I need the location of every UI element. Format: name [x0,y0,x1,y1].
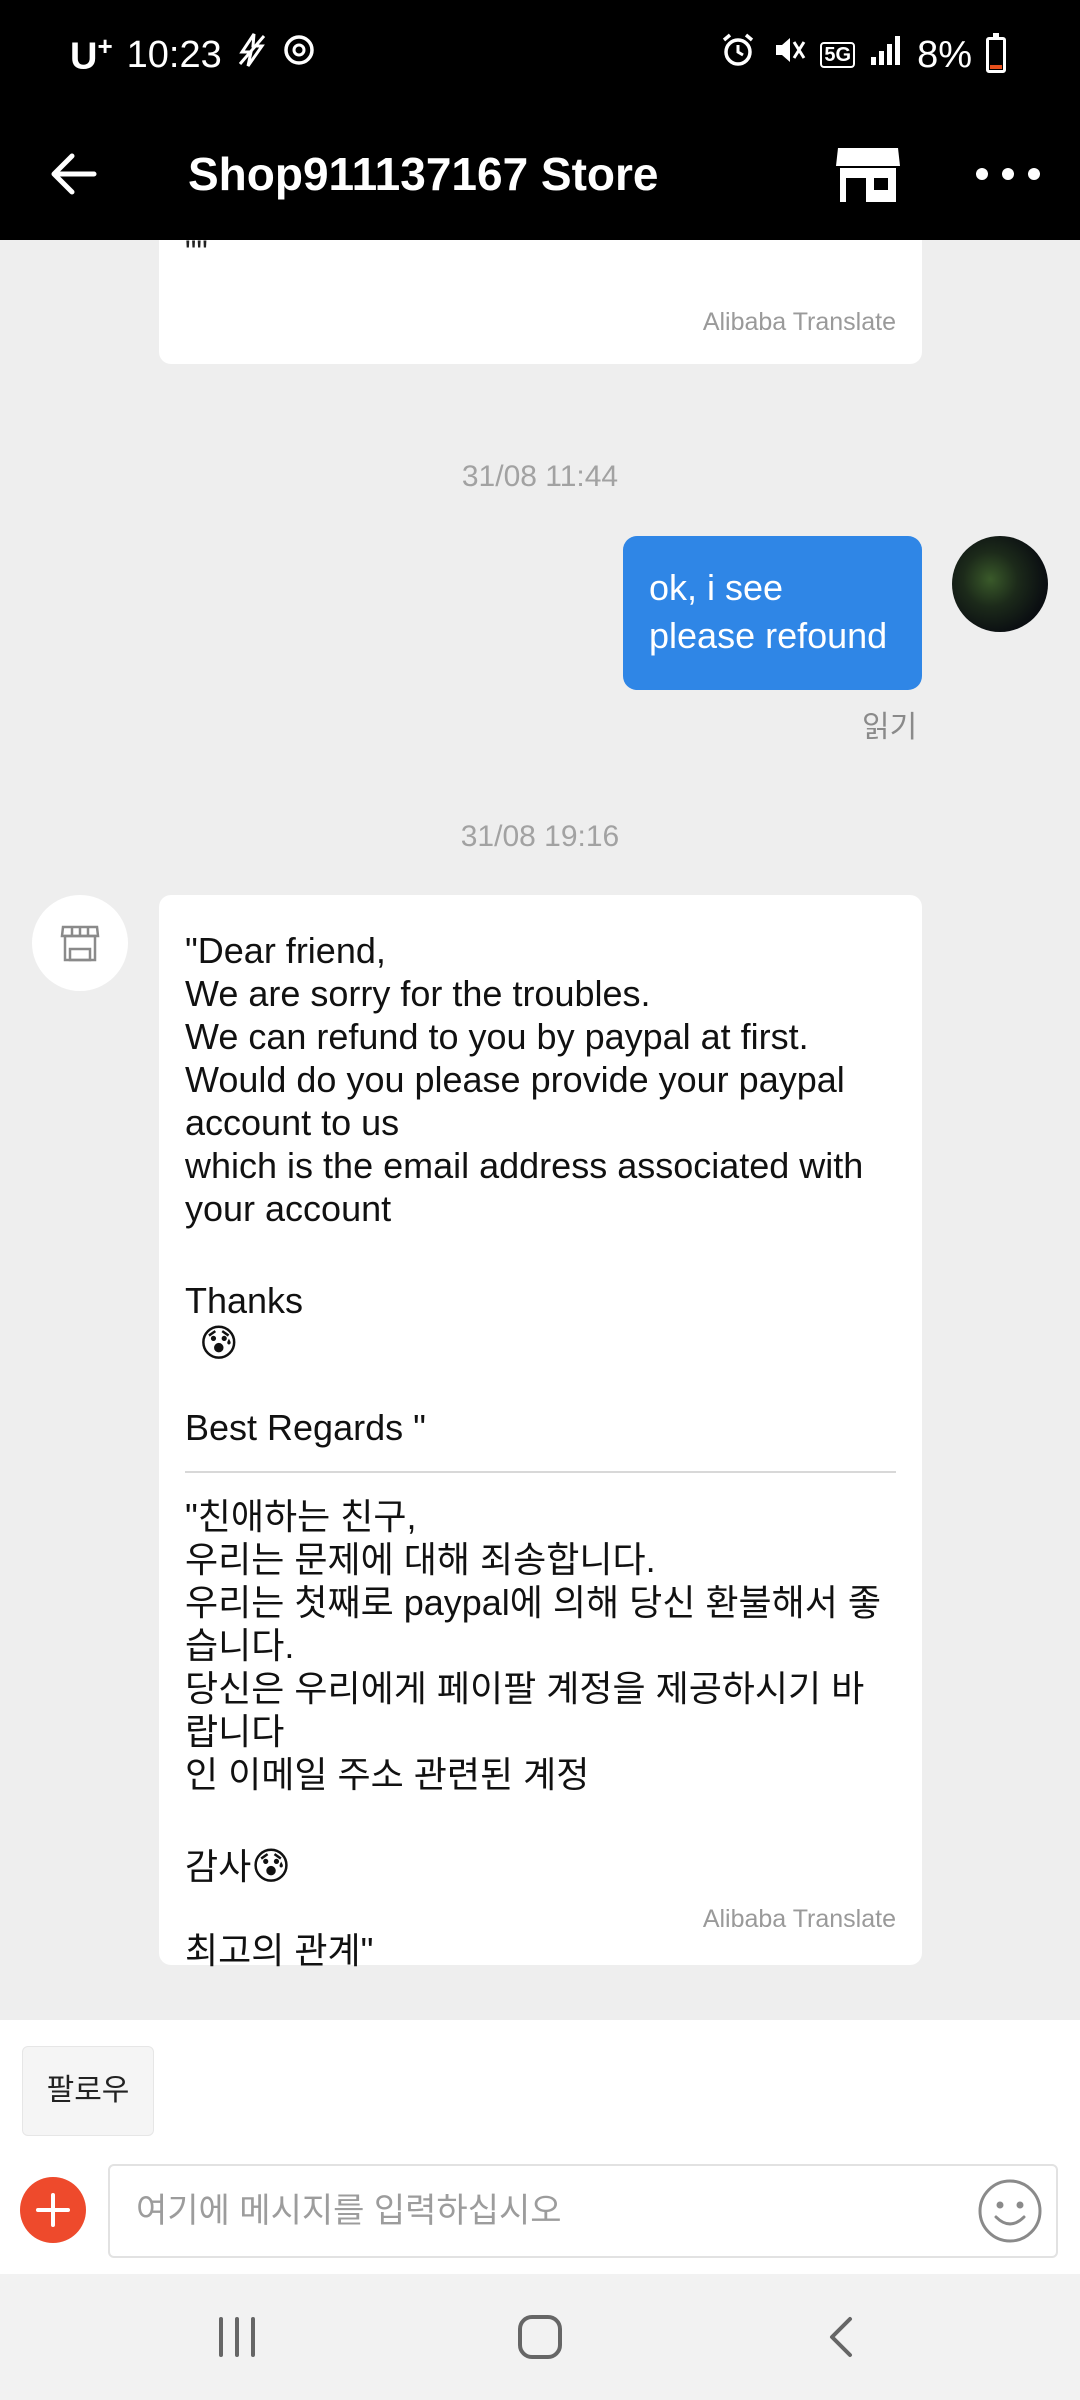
carrier-label: U+ [70,31,113,78]
app-header: Shop911137167 Store [0,108,1080,240]
worried-emoji-icon: 😰 [199,1323,239,1365]
nav-back-icon[interactable] [812,2307,872,2367]
translation-divider [185,1471,896,1473]
page-title: Shop911137167 Store [188,148,659,200]
recents-icon[interactable] [207,2307,267,2367]
translate-label: Alibaba Translate [702,308,896,336]
translate-label: Alibaba Translate [702,1905,896,1933]
alarm-icon [720,32,756,78]
status-bar: U+ 10:23 5G 8% [0,0,1080,108]
timestamp: 31/08 19:16 [460,820,620,853]
user-avatar[interactable] [952,536,1048,632]
translated-thanks-line: 감사😰 [185,1846,291,1888]
read-status: 읽기 [862,711,918,744]
network-5g-icon: 5G [820,42,856,68]
chat-history[interactable]: "" Alibaba Translate 31/08 11:44 ok, i s… [0,240,1080,2020]
back-arrow-icon[interactable] [44,142,108,206]
message-input[interactable] [108,2164,1058,2258]
incoming-message-bubble[interactable]: "Dear friend, We are sorry for the troub… [159,895,922,1971]
regards-line: Best Regards " [185,1407,426,1448]
thanks-line: Thanks 😰 [185,1280,304,1365]
more-dots-icon[interactable] [970,136,1046,212]
signal-icon [869,33,903,77]
clock: 10:23 [126,33,222,76]
plus-icon[interactable] [20,2177,86,2243]
store-avatar-icon [60,925,100,962]
incoming-message-translation: "친애하는 친구, 우리는 문제에 대해 죄송합니다. 우리는 첫째로 payp… [185,1496,882,1795]
status-left: U+ 10:23 [70,30,316,80]
incoming-message-original: "Dear friend, We are sorry for the troub… [185,930,864,1229]
outgoing-message-bubble[interactable]: ok, i see please refound [623,536,922,690]
store-avatar[interactable] [32,895,128,991]
worried-emoji-icon: 😰 [251,1846,291,1888]
previous-message-bubble: "" Alibaba Translate [159,240,922,364]
sync-icon [282,33,316,77]
store-icon[interactable] [830,136,906,212]
mute-icon [770,32,806,78]
previous-message-text: "" [185,240,208,270]
smiley-icon[interactable] [976,2177,1044,2245]
home-icon[interactable] [510,2307,570,2367]
translated-regards-line: 최고의 관계" [185,1930,374,1971]
timestamp: 31/08 11:44 [461,460,619,493]
status-right: 5G 8% [720,30,1006,80]
battery-icon [986,33,1006,73]
outgoing-message-text: ok, i see please refound [649,567,888,656]
composer-panel: 팔로우 [0,2020,1080,2274]
system-nav-bar [0,2274,1080,2400]
battery-level [990,65,1002,69]
flash-off-icon [236,32,268,78]
battery-percent: 8% [917,33,972,76]
follow-button[interactable]: 팔로우 [22,2046,154,2136]
